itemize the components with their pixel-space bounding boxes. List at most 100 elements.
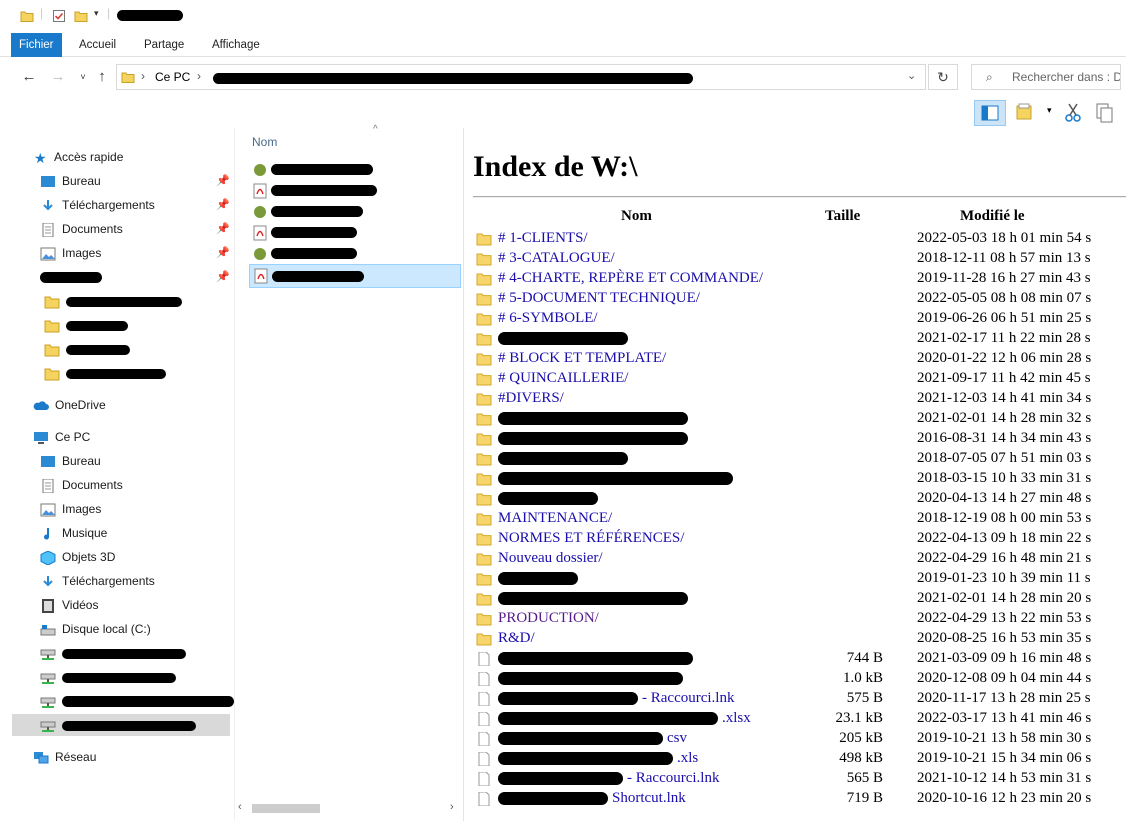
link-text: PRODUCTION/ bbox=[498, 610, 599, 626]
nav-pc-objets3d[interactable]: Objets 3D bbox=[40, 546, 115, 568]
folder-link[interactable]: # QUINCAILLERIE/ bbox=[498, 370, 628, 387]
cut-scissors-icon[interactable] bbox=[1064, 103, 1082, 123]
tab-partage[interactable]: Partage bbox=[144, 33, 184, 57]
layout-dropdown-chevron-icon[interactable]: ▾ bbox=[1047, 105, 1052, 116]
scroll-right-icon[interactable]: › bbox=[450, 801, 454, 813]
file-link[interactable] bbox=[498, 650, 697, 667]
pin-icon[interactable]: 📌 bbox=[216, 174, 230, 187]
nav-network-drive-selected[interactable] bbox=[12, 714, 230, 736]
column-header-nom[interactable]: Nom bbox=[252, 135, 277, 149]
new-folder-icon[interactable] bbox=[74, 9, 88, 23]
nav-network-drive[interactable] bbox=[40, 642, 186, 664]
file-link[interactable]: csv bbox=[498, 730, 687, 747]
sort-ascending-icon: ^ bbox=[373, 124, 378, 135]
scrollbar-thumb[interactable] bbox=[252, 804, 320, 813]
nav-ce-pc[interactable]: Ce PC bbox=[33, 426, 90, 448]
folder-link[interactable]: NORMES ET RÉFÉRENCES/ bbox=[498, 530, 684, 547]
file-link[interactable]: Shortcut.lnk bbox=[498, 790, 686, 807]
nav-label: Images bbox=[62, 246, 102, 260]
folder-link[interactable] bbox=[498, 450, 632, 467]
folder-link[interactable]: # 5-DOCUMENT TECHNIQUE/ bbox=[498, 290, 700, 307]
nav-network-drive[interactable] bbox=[40, 666, 176, 688]
address-dropdown-chevron-icon[interactable]: ⌄ bbox=[907, 69, 916, 82]
horizontal-scrollbar[interactable]: ‹ › bbox=[234, 800, 462, 817]
tab-accueil[interactable]: Accueil bbox=[79, 33, 116, 57]
file-link[interactable]: - Raccourci.lnk bbox=[498, 770, 719, 787]
file-item[interactable] bbox=[253, 160, 453, 180]
modified-date: 2019-10-21 13 h 58 min 30 s bbox=[917, 730, 1092, 746]
nav-pc-disque-local[interactable]: Disque local (C:) bbox=[40, 618, 151, 640]
redacted-name bbox=[498, 772, 623, 786]
customize-quick-access-icon[interactable]: ▾ bbox=[94, 8, 99, 19]
tab-fichier[interactable]: Fichier bbox=[11, 33, 62, 57]
nav-pc-bureau[interactable]: Bureau bbox=[40, 450, 101, 472]
search-input[interactable]: ⌕ Rechercher dans : DIO bbox=[971, 64, 1121, 90]
folder-link[interactable]: # 1-CLIENTS/ bbox=[498, 230, 588, 247]
folder-link[interactable]: PRODUCTION/ bbox=[498, 610, 599, 627]
nav-pc-musique[interactable]: Musique bbox=[40, 522, 107, 544]
folder-link[interactable]: # BLOCK ET TEMPLATE/ bbox=[498, 350, 666, 367]
folder-link[interactable]: Nouveau dossier/ bbox=[498, 550, 603, 567]
nav-network-drive[interactable] bbox=[40, 690, 234, 712]
nav-qa-bureau[interactable]: Bureau bbox=[40, 170, 101, 192]
folder-icon bbox=[476, 253, 492, 266]
folder-link[interactable]: # 3-CATALOGUE/ bbox=[498, 250, 615, 267]
file-link[interactable] bbox=[498, 670, 687, 687]
tab-affichage[interactable]: Affichage bbox=[212, 33, 260, 57]
back-arrow-icon[interactable]: ← bbox=[20, 68, 38, 86]
nav-qa-folder[interactable] bbox=[44, 338, 130, 360]
folder-link[interactable]: # 6-SYMBOLE/ bbox=[498, 310, 598, 327]
file-link[interactable]: .xls bbox=[498, 750, 698, 767]
nav-pc-telechargements[interactable]: Téléchargements bbox=[40, 570, 155, 592]
folder-link[interactable]: MAINTENANCE/ bbox=[498, 510, 612, 527]
folder-link[interactable] bbox=[498, 590, 692, 607]
nav-pc-videos[interactable]: Vidéos bbox=[40, 594, 98, 616]
redacted-label bbox=[62, 672, 176, 683]
refresh-icon[interactable]: ↻ bbox=[928, 64, 958, 90]
nav-quick-access[interactable]: ★ Accès rapide bbox=[34, 146, 123, 168]
nav-qa-folder[interactable] bbox=[44, 314, 128, 336]
folder-link[interactable] bbox=[498, 410, 692, 427]
file-item[interactable] bbox=[253, 223, 453, 243]
nav-reseau[interactable]: Réseau bbox=[33, 746, 96, 768]
nav-qa-telechargements[interactable]: Téléchargements bbox=[40, 194, 155, 216]
properties-icon[interactable] bbox=[52, 9, 66, 23]
up-arrow-icon[interactable]: ↑ bbox=[93, 68, 111, 86]
file-item[interactable] bbox=[253, 202, 453, 222]
pin-icon[interactable]: 📌 bbox=[216, 246, 230, 259]
pin-icon[interactable]: 📌 bbox=[216, 270, 230, 283]
address-bar[interactable]: › Ce PC › ⌄ bbox=[116, 64, 926, 90]
nav-qa-redacted-item[interactable] bbox=[40, 266, 102, 288]
folder-link[interactable] bbox=[498, 570, 582, 587]
pin-icon[interactable]: 📌 bbox=[216, 198, 230, 211]
file-item[interactable] bbox=[253, 244, 453, 264]
pin-icon[interactable]: 📌 bbox=[216, 222, 230, 235]
nav-qa-documents[interactable]: Documents bbox=[40, 218, 123, 240]
file-link[interactable]: - Raccourci.lnk bbox=[498, 690, 734, 707]
preview-pane-button[interactable] bbox=[974, 100, 1006, 126]
scroll-left-icon[interactable]: ‹ bbox=[238, 801, 242, 813]
forward-arrow-icon[interactable]: → bbox=[49, 68, 67, 86]
folder-link[interactable] bbox=[498, 430, 692, 447]
nav-qa-images[interactable]: Images bbox=[40, 242, 101, 264]
folder-link[interactable]: # 4-CHARTE, REPÈRE ET COMMANDE/ bbox=[498, 270, 763, 287]
folder-link[interactable] bbox=[498, 330, 632, 347]
folder-link[interactable] bbox=[498, 470, 737, 487]
nav-onedrive[interactable]: OneDrive bbox=[33, 394, 106, 416]
modified-date: 2021-02-17 11 h 22 min 28 s bbox=[917, 330, 1091, 346]
folder-link[interactable]: R&D/ bbox=[498, 630, 535, 647]
nav-pc-documents[interactable]: Documents bbox=[40, 474, 123, 496]
nav-pc-images[interactable]: Images bbox=[40, 498, 101, 520]
nav-qa-folder[interactable] bbox=[44, 290, 182, 312]
file-item-selected[interactable] bbox=[249, 264, 461, 288]
file-item[interactable] bbox=[253, 181, 453, 201]
copy-icon[interactable] bbox=[1096, 103, 1114, 123]
breadcrumb-ce-pc[interactable]: Ce PC bbox=[155, 70, 190, 84]
folder-link[interactable]: #DIVERS/ bbox=[498, 390, 564, 407]
file-link[interactable]: .xlsx bbox=[498, 710, 751, 727]
layout-options-icon[interactable] bbox=[1016, 103, 1036, 121]
folder-link[interactable] bbox=[498, 490, 602, 507]
recent-locations-chevron-icon[interactable]: ˅ bbox=[74, 68, 92, 86]
nav-qa-folder[interactable] bbox=[44, 362, 166, 384]
redacted-name bbox=[498, 752, 673, 766]
